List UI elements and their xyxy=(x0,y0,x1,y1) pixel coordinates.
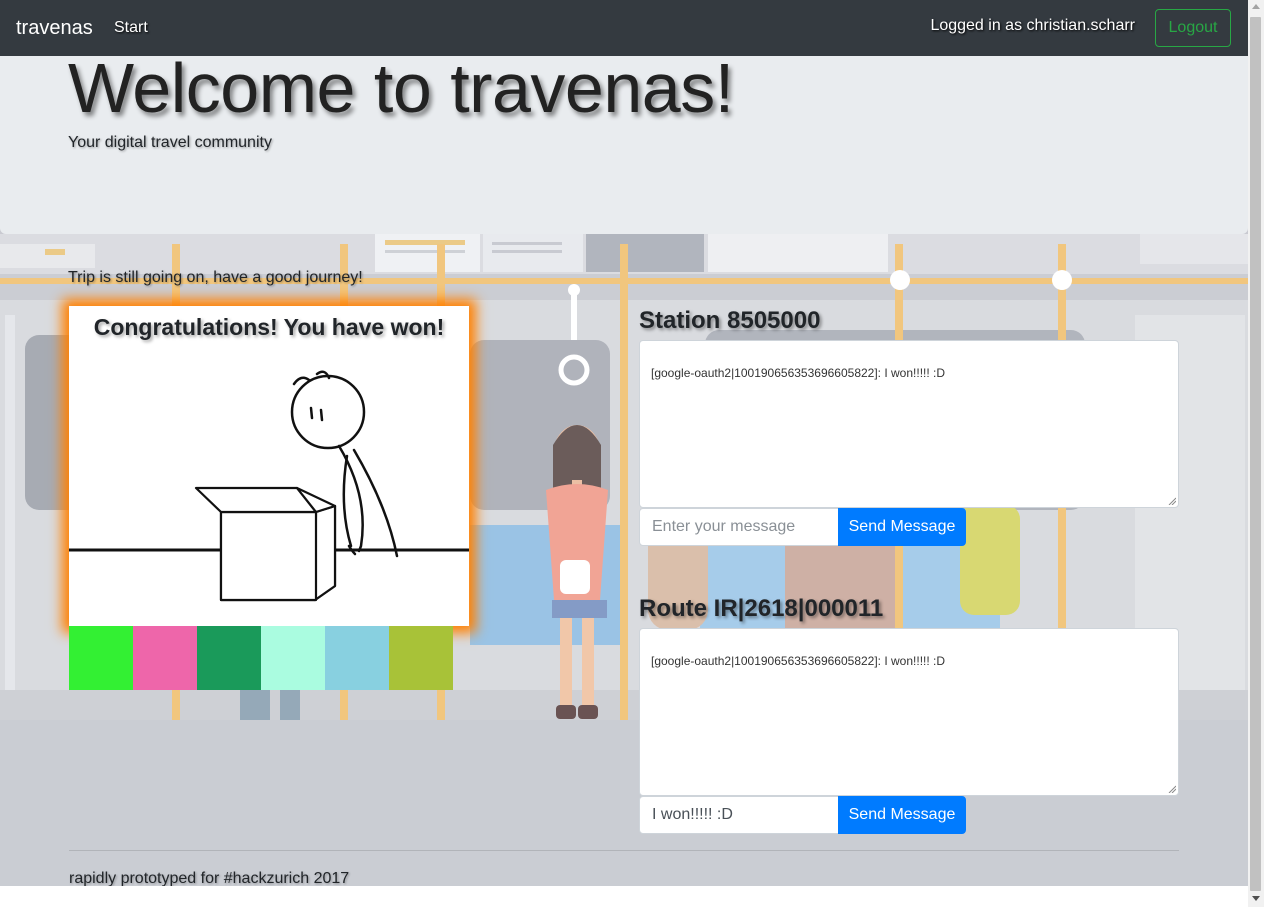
welcome-jumbotron: Welcome to travenas! Your digital travel… xyxy=(0,49,1248,234)
win-card: Congratulations! You have won! xyxy=(69,306,469,626)
resize-grip-icon[interactable] xyxy=(1168,497,1176,505)
color-swatch xyxy=(69,626,133,690)
page-bottom-strip xyxy=(0,886,1248,907)
page-subtitle: Your digital travel community xyxy=(68,134,272,151)
scrollbar-thumb[interactable] xyxy=(1250,17,1261,891)
top-navbar: travenas Start Logged in as christian.sc… xyxy=(0,0,1248,56)
nav-link-start[interactable]: Start xyxy=(114,18,148,38)
brand-logo[interactable]: travenas xyxy=(16,16,93,40)
route-chat-log[interactable]: [google-oauth2|100190656353696605822]: I… xyxy=(639,628,1179,796)
color-swatch xyxy=(261,626,325,690)
station-send-message-button[interactable]: Send Message xyxy=(838,508,966,546)
scroll-down-arrow-icon[interactable] xyxy=(1252,896,1260,901)
station-chat-log[interactable]: [google-oauth2|100190656353696605822]: I… xyxy=(639,340,1179,508)
station-chat-message: [google-oauth2|100190656353696605822]: I… xyxy=(651,366,946,380)
page: travenas Start Logged in as christian.sc… xyxy=(0,0,1248,886)
color-swatch xyxy=(389,626,453,690)
route-chat-message: [google-oauth2|100190656353696605822]: I… xyxy=(651,654,946,668)
color-swatch xyxy=(197,626,261,690)
station-chat-title: Station 8505000 xyxy=(639,307,821,334)
scroll-up-arrow-icon[interactable] xyxy=(1252,4,1260,9)
route-message-input[interactable] xyxy=(639,796,839,834)
trip-status-text: Trip is still going on, have a good jour… xyxy=(68,269,363,286)
resize-grip-icon[interactable] xyxy=(1168,785,1176,793)
color-swatch-row xyxy=(69,626,453,690)
route-chat-title: Route IR|2618|000011 xyxy=(639,595,884,622)
vertical-scrollbar[interactable] xyxy=(1248,0,1264,907)
logged-in-user-text: Logged in as christian.scharr xyxy=(930,17,1135,34)
route-send-message-button[interactable]: Send Message xyxy=(838,796,966,834)
page-title: Welcome to travenas! xyxy=(68,49,734,127)
cartoon-opening-box-image xyxy=(69,370,469,602)
logout-button[interactable]: Logout xyxy=(1155,9,1231,47)
footer-divider xyxy=(69,850,1179,851)
footer-text: rapidly prototyped for #hackzurich 2017 xyxy=(69,870,350,886)
station-message-input[interactable] xyxy=(639,508,839,546)
color-swatch xyxy=(133,626,197,690)
win-message: Congratulations! You have won! xyxy=(93,314,445,340)
color-swatch xyxy=(325,626,389,690)
